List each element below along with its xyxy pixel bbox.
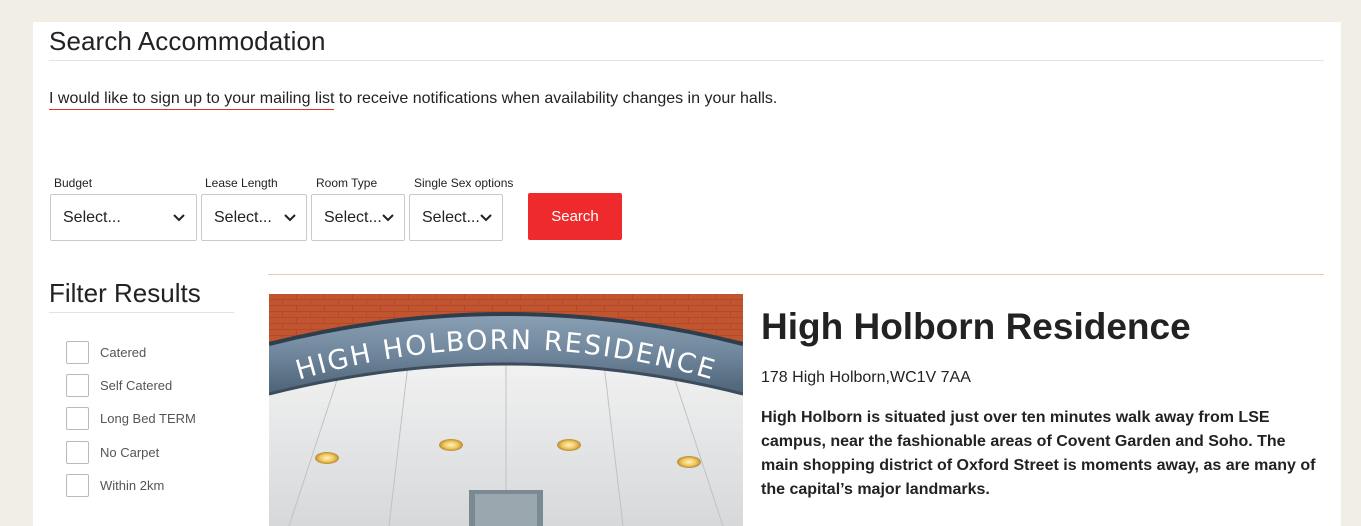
chevron-down-icon: [284, 214, 296, 222]
filter-checkbox[interactable]: [66, 407, 89, 430]
room-type-select-value: Select...: [324, 209, 382, 226]
filter-checkbox[interactable]: [66, 341, 89, 364]
filter-label: Within 2km: [100, 478, 165, 493]
lease-length-select-value: Select...: [214, 209, 272, 226]
chevron-down-icon: [173, 214, 185, 222]
residence-photo[interactable]: HIGH HOLBORN RESIDENCE: [269, 294, 743, 526]
search-button[interactable]: Search: [528, 193, 622, 240]
residence-address: 178 High Holborn,WC1V 7AA: [761, 369, 971, 386]
lease-length-label: Lease Length: [205, 176, 278, 190]
filter-within-2km[interactable]: Within 2km: [66, 474, 164, 497]
budget-label: Budget: [54, 176, 93, 190]
chevron-down-icon: [382, 214, 394, 222]
residence-description: High Holborn is situated just over ten m…: [761, 409, 1316, 498]
budget-select-value: Select...: [63, 209, 121, 226]
filter-label: No Carpet: [100, 445, 160, 460]
residence-photo-image: HIGH HOLBORN RESIDENCE: [269, 294, 743, 526]
mailing-list-text: to receive notifications when availabili…: [334, 90, 778, 107]
single-sex-select[interactable]: Select...: [409, 194, 503, 241]
budget-select[interactable]: Select...: [50, 194, 197, 241]
filter-label: Self Catered: [100, 378, 173, 393]
lease-length-select[interactable]: Select...: [201, 194, 307, 241]
filter-self-catered[interactable]: Self Catered: [66, 374, 172, 397]
page-title: Search Accommodation: [49, 26, 326, 56]
filter-checkbox[interactable]: [66, 474, 89, 497]
results-divider: [268, 274, 1324, 275]
filter-no-carpet[interactable]: No Carpet: [66, 441, 159, 464]
residence-name[interactable]: High Holborn Residence: [761, 306, 1191, 348]
search-accommodation-panel: Search Accommodation I would like to sig…: [33, 22, 1341, 526]
single-sex-label: Single Sex options: [414, 176, 514, 190]
filter-label: Long Bed TERM: [100, 411, 196, 426]
filter-label: Catered: [100, 345, 147, 360]
mailing-list-link[interactable]: I would like to sign up to your mailing …: [49, 90, 335, 110]
filter-results-title: Filter Results: [49, 278, 201, 308]
room-type-select[interactable]: Select...: [311, 194, 405, 241]
single-sex-select-value: Select...: [422, 209, 480, 226]
room-type-label: Room Type: [316, 176, 378, 190]
filter-checkbox[interactable]: [66, 441, 89, 464]
filter-catered[interactable]: Catered: [66, 341, 146, 364]
title-divider: [49, 60, 1324, 61]
filter-divider: [49, 312, 234, 313]
filter-long-bed-term[interactable]: Long Bed TERM: [66, 407, 196, 430]
chevron-down-icon: [480, 214, 492, 222]
filter-checkbox[interactable]: [66, 374, 89, 397]
mailing-list-notice: I would like to sign up to your mailing …: [49, 90, 778, 110]
